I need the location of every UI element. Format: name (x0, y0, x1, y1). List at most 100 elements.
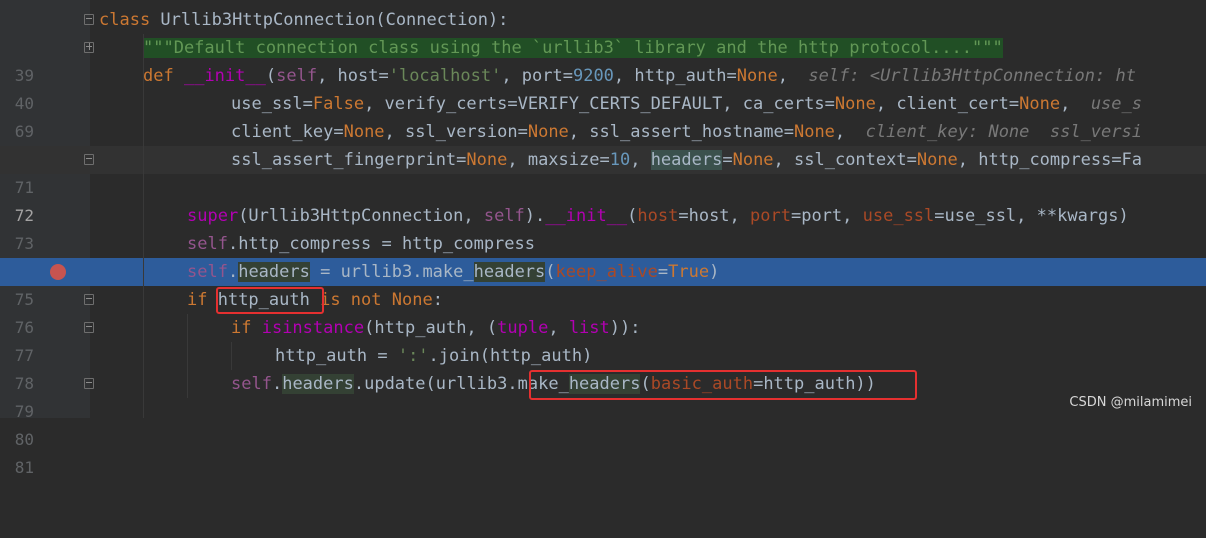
code-token: . (271, 374, 283, 394)
code-text: self.headers = urllib3.make_headers(keep… (187, 258, 719, 286)
code-text: super(Urllib3HttpConnection, self).__ini… (187, 202, 1129, 230)
watermark: CSDN @milamimei (1069, 395, 1192, 410)
code-line-81[interactable]: 81 (0, 398, 1206, 477)
code-token: , (834, 122, 866, 142)
code-token: .join(http_auth) (428, 346, 593, 366)
code-text: http_auth = ':'.join(http_auth) (275, 342, 592, 370)
fold-collapse-icon[interactable] (84, 14, 94, 25)
code-token: , (630, 150, 651, 170)
line-number: 81 (14, 458, 34, 477)
code-token: ssl_assert_fingerprint= (231, 150, 467, 170)
code-token: , (777, 66, 809, 86)
code-token: client_key= (231, 122, 344, 142)
code-text: def __init__(self, host='localhost', por… (143, 62, 1136, 90)
code-line-74[interactable]: 74 super(Urllib3HttpConnection, self).__… (0, 202, 1206, 281)
annotation-highlight-box (529, 370, 917, 400)
code-token: None (736, 66, 778, 86)
code-token: Urllib3HttpConnection(Connection): (150, 10, 509, 30)
code-line-71[interactable]: 71 client_key=None, ssl_version=None, ss… (0, 118, 1206, 197)
inline-hint: client_key: None ssl_versi (865, 122, 1142, 142)
code-token: None (834, 94, 876, 114)
code-token: =port, (790, 206, 863, 226)
code-token: ':' (397, 346, 429, 366)
code-token: None (527, 122, 569, 142)
highlighted-identifier: headers (473, 262, 546, 282)
code-token: None (916, 150, 958, 170)
inline-hint: use_s (1090, 94, 1142, 114)
code-token: self (187, 262, 228, 282)
code-token: .http_compress = http_compress (227, 234, 535, 254)
code-token: .update(urllib3 (353, 374, 508, 394)
indent-guide (143, 34, 144, 418)
code-token: : (432, 290, 443, 310)
code-token: host (637, 206, 679, 226)
code-token: , http_compress=Fa (957, 150, 1143, 170)
code-token: )): (609, 318, 641, 338)
code-token: port (750, 206, 791, 226)
code-token: keep_alive (555, 262, 658, 282)
code-text: ssl_assert_fingerprint=None, maxsize=10,… (231, 146, 1142, 174)
code-line-75[interactable]: 75 self.http_compress = http_compress (0, 230, 1206, 309)
code-token: list (568, 318, 610, 338)
code-line-39[interactable]: 39 class Urllib3HttpConnection(Connectio… (0, 6, 1206, 85)
code-text: class Urllib3HttpConnection(Connection): (99, 6, 508, 34)
code-token: super (187, 206, 239, 226)
fold-collapse-icon[interactable] (84, 378, 94, 389)
code-token: self (276, 66, 318, 86)
code-token: 10 (609, 150, 631, 170)
fold-expand-icon[interactable] (84, 42, 94, 53)
code-token: None (732, 150, 774, 170)
code-text: """Default connection class using the `u… (143, 34, 1003, 62)
code-editor[interactable]: 39 class Urllib3HttpConnection(Connectio… (0, 0, 1206, 477)
indent-guide (231, 342, 232, 370)
code-line-79[interactable]: 79 http_auth = ':'.join(http_auth) (0, 342, 1206, 421)
breakpoint-icon[interactable] (50, 264, 66, 280)
code-text: use_ssl=False, verify_certs=VERIFY_CERTS… (231, 90, 1142, 118)
code-token: False (312, 94, 365, 114)
annotation-highlight-box (216, 287, 324, 314)
code-line-72[interactable]: 72 ssl_assert_fingerprint=None, maxsize=… (0, 146, 1206, 225)
code-token: ) (709, 262, 720, 282)
keyword: def (143, 66, 174, 86)
code-token: self (483, 206, 525, 226)
inline-hint: self: <Urllib3HttpConnection: ht (808, 66, 1136, 86)
code-token: isinstance (261, 318, 365, 338)
docstring: """Default connection class using the `u… (143, 38, 1003, 58)
code-token: None (793, 122, 835, 142)
code-token: (http_auth, ( (364, 318, 498, 338)
code-token: = (657, 262, 669, 282)
fold-collapse-icon[interactable] (84, 322, 94, 333)
code-line-69[interactable]: 69 def __init__(self, host='localhost', … (0, 62, 1206, 141)
code-token: , verify_certs=VERIFY_CERTS_DEFAULT, ca_… (364, 94, 835, 114)
code-line-40[interactable]: 40 """Default connection class using the… (0, 34, 1206, 113)
code-line-78[interactable]: 78 if isinstance(http_auth, (tuple, list… (0, 314, 1206, 393)
code-token: =use_ssl, **kwargs) (934, 206, 1129, 226)
code-line-73[interactable]: 73 (0, 174, 1206, 253)
fold-collapse-icon[interactable] (84, 154, 94, 165)
code-token: ( (545, 262, 556, 282)
code-token: 9200 (572, 66, 614, 86)
code-token: None (1019, 94, 1061, 114)
fold-collapse-icon[interactable] (84, 294, 94, 305)
code-token: , http_auth= (613, 66, 737, 86)
code-token: use_ssl= (231, 94, 313, 114)
code-token: None (466, 150, 508, 170)
code-token: tuple (497, 318, 549, 338)
code-token: http_auth = (275, 346, 398, 366)
code-token: self (187, 234, 228, 254)
code-line-77[interactable]: 77 if http_auth is not None: (0, 286, 1206, 365)
code-token: , maxsize= (507, 150, 610, 170)
code-text: self.http_compress = http_compress (187, 230, 535, 258)
keyword: class (99, 10, 151, 30)
code-token: =host, (678, 206, 751, 226)
highlighted-identifier: headers (238, 262, 310, 282)
code-token: True (668, 262, 710, 282)
code-token: , port= (501, 66, 573, 86)
code-token: if (231, 318, 262, 338)
code-line-70[interactable]: 70 use_ssl=False, verify_certs=VERIFY_CE… (0, 90, 1206, 169)
code-token: None (391, 290, 433, 310)
indent-guide (187, 314, 188, 398)
code-line-76[interactable]: 76 self.headers = urllib3.make_headers(k… (0, 258, 1206, 342)
code-token: . (227, 262, 239, 282)
